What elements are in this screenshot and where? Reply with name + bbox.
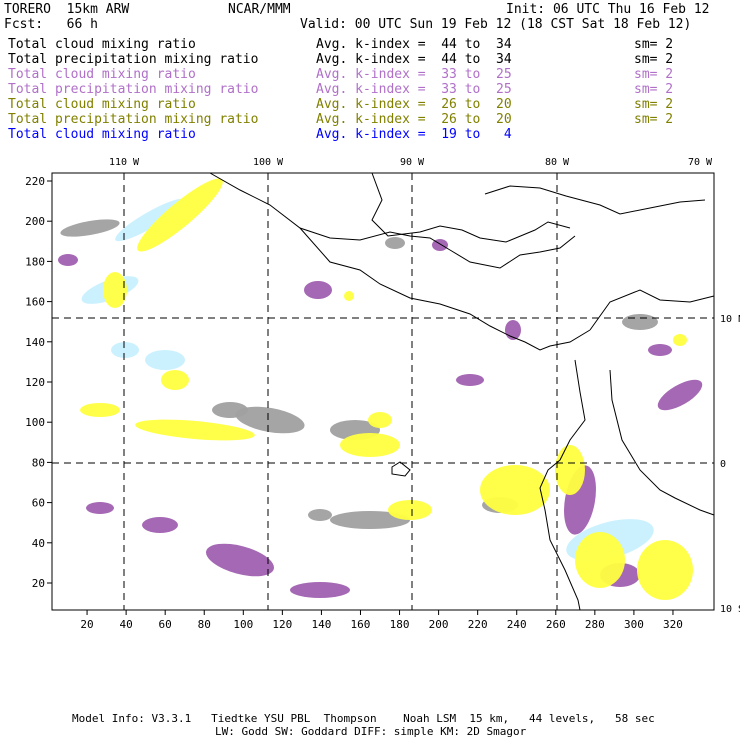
yellow-area-10: [80, 403, 120, 417]
bottom-tick-label-2: 60: [159, 618, 172, 631]
left-tick-label-3: 160: [25, 296, 45, 309]
right-lat-label-0: 10 N: [720, 314, 740, 325]
left-tick-label-1: 200: [25, 215, 45, 228]
bottom-tick-label-7: 160: [351, 618, 371, 631]
top-lon-label-1: 100 W: [253, 157, 284, 168]
map-plot: 110 W 100 W 90 W 80 W 70 W 10 N 0 10 S 220 200 180…: [25, 157, 740, 631]
bottom-tick-label-1: 40: [119, 618, 132, 631]
left-tick-label-4: 140: [25, 336, 45, 349]
left-tick-label-0: 220: [25, 175, 45, 188]
bottom-tick-label-0: 20: [80, 618, 93, 631]
bottom-tick-label-8: 180: [390, 618, 410, 631]
left-tick-label-10: 20: [32, 577, 45, 590]
lightblue-area-2: [145, 350, 185, 370]
left-tick-label-6: 100: [25, 416, 45, 429]
yellow-area-7: [575, 532, 625, 588]
left-tick-label-5: 120: [25, 376, 45, 389]
gray-area-6: [212, 402, 248, 418]
yellow-area-3: [340, 433, 400, 457]
purple-area-3: [648, 344, 672, 356]
purple-area-6: [456, 374, 484, 386]
model-info-line1: Model Info: V3.3.1 Tiedtke YSU PBL Thomp…: [72, 712, 655, 725]
yellow-area-11: [368, 412, 392, 428]
yellow-area-1: [103, 272, 127, 308]
top-lon-label-4: 70 W: [688, 157, 713, 168]
left-tick-label-9: 40: [32, 537, 45, 550]
purple-area-1: [290, 582, 350, 598]
left-tick-label-8: 60: [32, 497, 45, 510]
top-lon-label-2: 90 W: [400, 157, 425, 168]
bottom-tick-label-4: 100: [233, 618, 253, 631]
purple-area-9: [86, 502, 114, 514]
left-tick-label-7: 80: [32, 456, 45, 469]
gray-area-7: [308, 509, 332, 521]
top-lon-label-3: 80 W: [545, 157, 570, 168]
bottom-tick-label-13: 280: [585, 618, 605, 631]
purple-area-8: [58, 254, 78, 266]
yellow-area-13: [344, 291, 354, 301]
bottom-tick-label-11: 240: [507, 618, 527, 631]
bottom-tick-label-9: 200: [429, 618, 449, 631]
yellow-area-6: [555, 445, 585, 495]
bottom-tick-label-6: 140: [311, 618, 331, 631]
yellow-area-12: [673, 334, 687, 346]
top-lon-label-0: 110 W: [109, 157, 140, 168]
yellow-area-4: [480, 465, 550, 515]
purple-area-5: [304, 281, 332, 299]
bottom-tick-label-10: 220: [468, 618, 488, 631]
bottom-tick-label-12: 260: [546, 618, 566, 631]
right-lat-label-2: 10 S: [720, 604, 740, 615]
model-info-line2: LW: Godd SW: Goddard DIFF: simple KM: 2D…: [215, 725, 527, 738]
bottom-tick-label-5: 120: [272, 618, 292, 631]
purple-area-10: [142, 517, 178, 533]
yellow-area-8: [637, 540, 693, 600]
right-lat-label-1: 0: [720, 459, 726, 470]
bottom-tick-label-14: 300: [624, 618, 644, 631]
bottom-tick-label-15: 320: [663, 618, 683, 631]
lightblue-area-4: [111, 342, 139, 358]
yellow-area-9: [161, 370, 189, 390]
yellow-area-5: [388, 500, 432, 520]
gray-area-5: [385, 237, 405, 249]
gray-area-8: [622, 314, 658, 330]
bottom-tick-label-3: 80: [198, 618, 211, 631]
left-tick-label-2: 180: [25, 255, 45, 268]
